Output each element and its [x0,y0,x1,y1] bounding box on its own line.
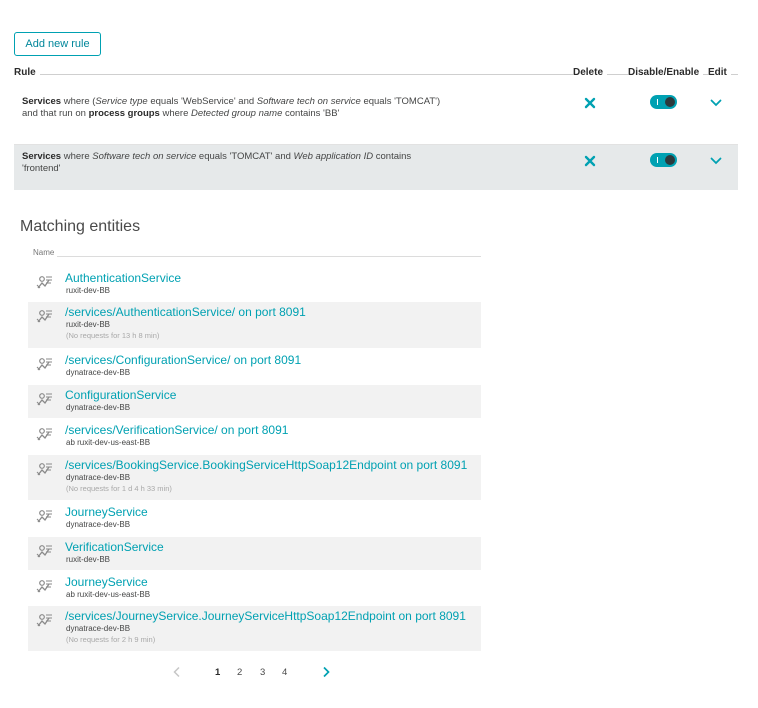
rule-row: Services where (Service type equals 'Web… [14,90,738,145]
entity-link[interactable]: /services/JourneyService.JourneyServiceH… [65,609,466,623]
entity-host: ab ruxit-dev-us-east-BB [66,438,151,447]
entity-row: /services/VerificationService/ on port 8… [28,420,481,453]
matching-entities-title: Matching entities [20,218,141,235]
column-header-rule: Rule [14,67,40,78]
entity-link[interactable]: /services/ConfigurationService/ on port … [65,353,301,367]
close-icon[interactable] [584,155,596,167]
entity-host: dynatrace-dev-BB [66,520,131,529]
column-header-delete: Delete [573,67,608,78]
entity-link[interactable]: ConfigurationService [65,388,176,402]
rule-description: Services where (Service type equals 'Web… [22,96,441,119]
service-icon [35,461,55,477]
close-icon[interactable] [584,97,596,109]
add-new-rule-button[interactable]: Add new rule [14,32,101,56]
page-1[interactable]: 1 [215,667,220,678]
entity-host: ruxit-dev-BB [66,286,111,295]
rule-row-selected: Services where Software tech on service … [14,145,738,190]
entity-link[interactable]: /services/AuthenticationService/ on port… [65,305,306,319]
entity-link[interactable]: JourneyService [65,505,148,519]
entity-link[interactable]: AuthenticationService [65,271,181,285]
entity-host: ruxit-dev-BB [66,320,111,329]
service-icon [35,508,55,524]
service-icon [35,426,55,442]
entity-host: dynatrace-dev-BB [66,368,131,377]
pagination: 1 2 3 4 [0,664,758,680]
rule-enable-toggle[interactable] [650,153,677,167]
chevron-down-icon[interactable] [710,99,722,107]
entity-note: (No requests for 2 h 9 min) [66,635,156,644]
column-header-disable-enable: Disable/Enable [628,67,704,78]
entity-link[interactable]: VerificationService [65,540,164,554]
service-icon [35,578,55,594]
page-3[interactable]: 3 [260,667,265,678]
rule-description: Services where Software tech on service … [22,151,412,174]
entity-row: AuthenticationService ruxit-dev-BB [28,268,481,300]
entity-row: JourneyService dynatrace-dev-BB [28,502,481,535]
entity-link[interactable]: JourneyService [65,575,148,589]
entity-row: /services/ConfigurationService/ on port … [28,350,481,383]
name-column-header: Name [33,248,58,257]
entity-row: /services/AuthenticationService/ on port… [28,302,481,348]
service-icon [35,391,55,407]
service-icon [35,308,55,324]
column-header-edit: Edit [708,67,731,78]
service-icon [35,543,55,559]
entity-host: ab ruxit-dev-us-east-BB [66,590,151,599]
service-icon [35,612,55,628]
service-icon [35,356,55,372]
entity-link[interactable]: /services/BookingService.BookingServiceH… [65,458,467,472]
rules-table-header: Rule Delete Disable/Enable Edit [14,67,738,83]
rule-enable-toggle[interactable] [650,95,677,109]
entity-host: dynatrace-dev-BB [66,473,131,482]
entity-row: /services/BookingService.BookingServiceH… [28,455,481,500]
entity-row: VerificationService ruxit-dev-BB [28,537,481,570]
chevron-left-icon[interactable] [172,666,181,678]
page-2[interactable]: 2 [237,667,242,678]
entity-link[interactable]: /services/VerificationService/ on port 8… [65,423,288,437]
entity-row: /services/JourneyService.JourneyServiceH… [28,606,481,651]
entity-row: ConfigurationService dynatrace-dev-BB [28,385,481,418]
entities-name-header: Name [33,248,481,260]
entity-note: (No requests for 13 h 8 min) [66,331,160,340]
service-icon [35,274,55,290]
entity-host: dynatrace-dev-BB [66,624,131,633]
entity-note: (No requests for 1 d 4 h 33 min) [66,484,172,493]
chevron-down-icon[interactable] [710,157,722,165]
entity-row: JourneyService ab ruxit-dev-us-east-BB [28,572,481,604]
entity-host: dynatrace-dev-BB [66,403,131,412]
page-4[interactable]: 4 [282,667,287,678]
chevron-right-icon[interactable] [322,666,331,678]
entity-host: ruxit-dev-BB [66,555,111,564]
